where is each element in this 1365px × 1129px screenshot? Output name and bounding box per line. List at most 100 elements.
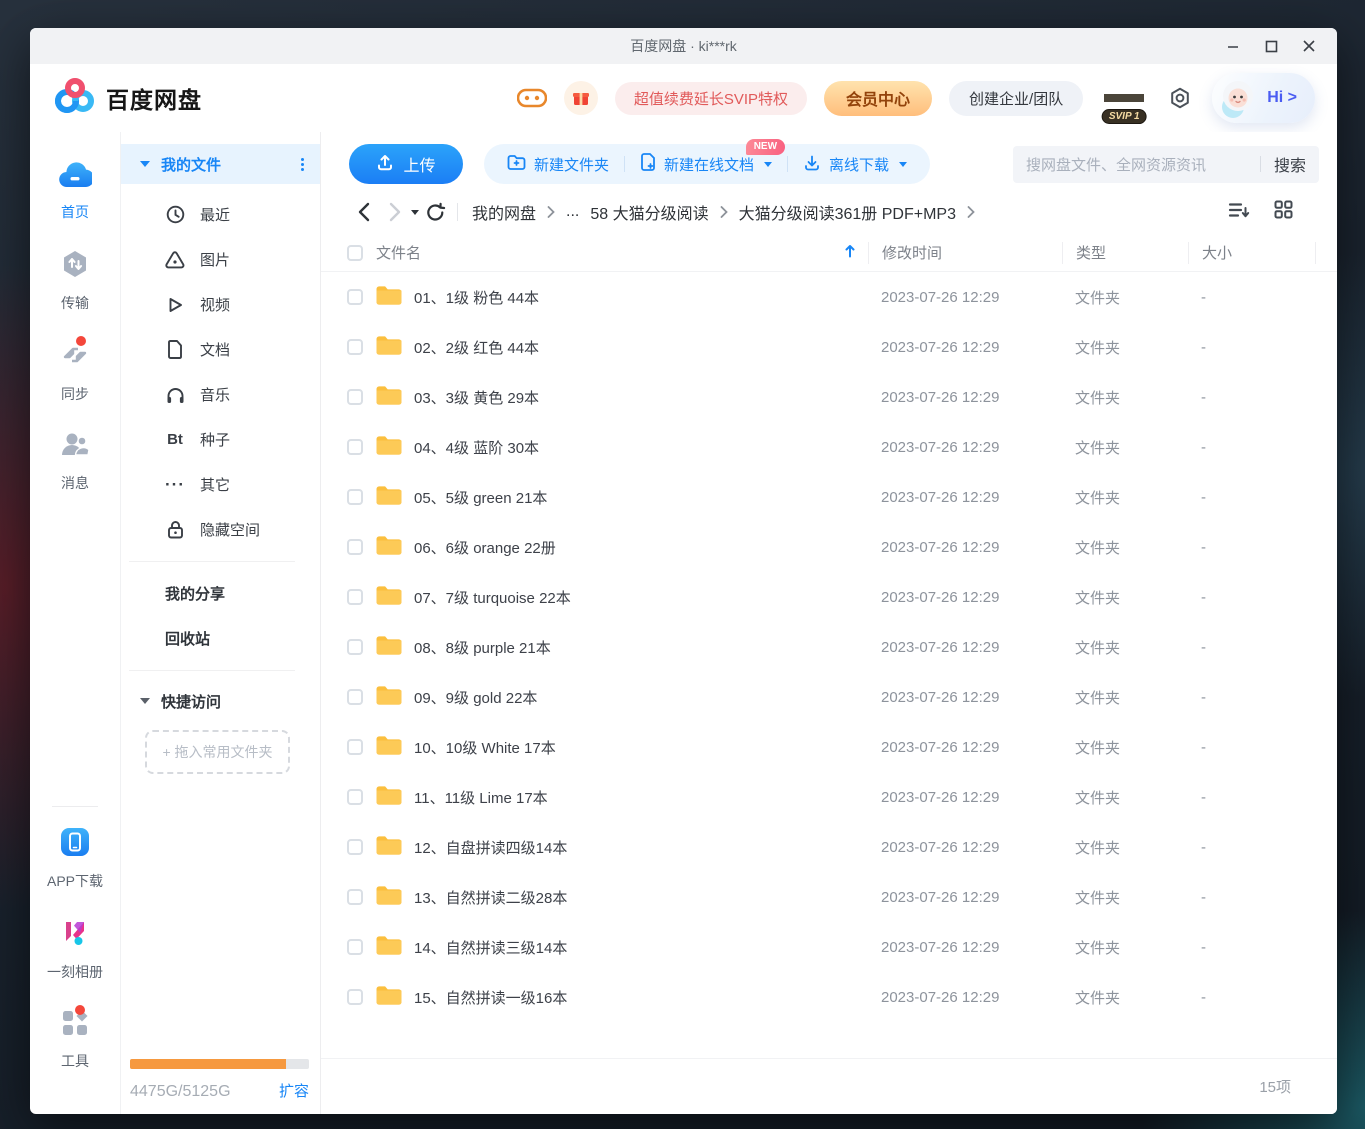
rail-item-home[interactable]: 首页	[58, 162, 92, 222]
breadcrumb-root[interactable]: 我的网盘	[472, 200, 536, 224]
column-header-filename[interactable]: 文件名	[376, 242, 421, 263]
file-name[interactable]: 01、1级 粉色 44本	[414, 287, 539, 308]
sidebar-item-recycle-bin[interactable]: 回收站	[121, 616, 320, 661]
logo[interactable]: 百度网盘	[54, 77, 202, 120]
game-center-icon[interactable]	[517, 83, 547, 113]
grid-view-icon[interactable]	[1274, 200, 1293, 224]
breadcrumb-parent[interactable]: 58 大猫分级阅读	[590, 200, 708, 224]
drop-folder-zone[interactable]: + 拖入常用文件夹	[145, 730, 290, 774]
gift-icon[interactable]	[564, 81, 598, 115]
file-name[interactable]: 08、8级 purple 21本	[414, 637, 551, 658]
maximize-button[interactable]	[1255, 31, 1287, 61]
breadcrumb-current[interactable]: 大猫分级阅读361册 PDF+MP3	[739, 200, 956, 224]
table-row[interactable]: 10、10级 White 17本 2023-07-26 12:29 文件夹 -	[321, 722, 1337, 772]
row-checkbox[interactable]	[347, 839, 363, 855]
rail-item-sync[interactable]: 同步	[60, 340, 90, 404]
column-header-size[interactable]: 大小	[1188, 242, 1315, 264]
file-name[interactable]: 07、7级 turquoise 22本	[414, 587, 571, 608]
create-team-button[interactable]: 创建企业/团队	[949, 81, 1083, 116]
row-checkbox[interactable]	[347, 939, 363, 955]
user-profile[interactable]: Hi >	[1212, 73, 1315, 123]
table-row[interactable]: 14、自然拼读三级14本 2023-07-26 12:29 文件夹 -	[321, 922, 1337, 972]
sidebar-item-others[interactable]: ··· 其它	[121, 462, 320, 507]
refresh-icon[interactable]	[423, 200, 447, 224]
rail-item-photos[interactable]: 一刻相册	[47, 918, 103, 982]
search-input[interactable]: 搜网盘文件、全网资源资讯	[1026, 154, 1254, 175]
sort-list-icon[interactable]	[1228, 201, 1250, 224]
file-name[interactable]: 06、6级 orange 22册	[414, 537, 556, 558]
sidebar-item-my-files[interactable]: 我的文件	[121, 144, 320, 184]
table-row[interactable]: 12、自盘拼读四级14本 2023-07-26 12:29 文件夹 -	[321, 822, 1337, 872]
file-name[interactable]: 13、自然拼读二级28本	[414, 887, 567, 908]
file-name[interactable]: 09、9级 gold 22本	[414, 687, 537, 708]
table-row[interactable]: 05、5级 green 21本 2023-07-26 12:29 文件夹 -	[321, 472, 1337, 522]
svip-renew-banner[interactable]: 超值续费延长SVIP特权	[615, 82, 807, 115]
file-name[interactable]: 04、4级 蓝阶 30本	[414, 437, 539, 458]
file-name[interactable]: 11、11级 Lime 17本	[414, 787, 548, 808]
upload-button[interactable]: 上传	[349, 144, 463, 184]
sidebar-item-recent[interactable]: 最近	[121, 192, 320, 237]
sidebar-item-my-shares[interactable]: 我的分享	[121, 571, 320, 616]
expand-storage-link[interactable]: 扩容	[279, 1080, 309, 1101]
more-options-icon[interactable]	[301, 158, 304, 171]
rail-item-transfer[interactable]: 传输	[60, 249, 90, 313]
file-name[interactable]: 10、10级 White 17本	[414, 737, 556, 758]
table-row[interactable]: 01、1级 粉色 44本 2023-07-26 12:29 文件夹 -	[321, 272, 1337, 322]
table-row[interactable]: 03、3级 黄色 29本 2023-07-26 12:29 文件夹 -	[321, 372, 1337, 422]
new-online-doc-button[interactable]: NEW 新建在线文档	[625, 153, 787, 175]
forward-button[interactable]	[383, 200, 407, 224]
sidebar-quick-access[interactable]: 快捷访问	[121, 680, 320, 722]
svip-avatar[interactable]: SVIP 1	[1100, 76, 1148, 120]
minimize-button[interactable]	[1217, 31, 1249, 61]
row-checkbox[interactable]	[347, 489, 363, 505]
sidebar-item-torrents[interactable]: Bt 种子	[121, 417, 320, 462]
row-checkbox[interactable]	[347, 439, 363, 455]
back-button[interactable]	[351, 200, 375, 224]
search-button[interactable]: 搜索	[1274, 152, 1306, 176]
file-name[interactable]: 03、3级 黄色 29本	[414, 387, 539, 408]
row-checkbox[interactable]	[347, 989, 363, 1005]
sidebar-item-hidden-space[interactable]: 隐藏空间	[121, 507, 320, 552]
table-row[interactable]: 11、11级 Lime 17本 2023-07-26 12:29 文件夹 -	[321, 772, 1337, 822]
file-name[interactable]: 02、2级 红色 44本	[414, 337, 539, 358]
settings-gear-icon[interactable]	[1165, 83, 1195, 113]
member-center-button[interactable]: 会员中心	[824, 81, 932, 116]
row-checkbox[interactable]	[347, 689, 363, 705]
table-row[interactable]: 08、8级 purple 21本 2023-07-26 12:29 文件夹 -	[321, 622, 1337, 672]
row-checkbox[interactable]	[347, 639, 363, 655]
search-box[interactable]: 搜网盘文件、全网资源资讯 搜索	[1013, 146, 1319, 183]
row-checkbox[interactable]	[347, 589, 363, 605]
table-row[interactable]: 02、2级 红色 44本 2023-07-26 12:29 文件夹 -	[321, 322, 1337, 372]
close-button[interactable]	[1293, 31, 1325, 61]
rail-item-messages[interactable]: 消息	[60, 431, 90, 493]
file-name[interactable]: 05、5级 green 21本	[414, 487, 547, 508]
table-row[interactable]: 09、9级 gold 22本 2023-07-26 12:29 文件夹 -	[321, 672, 1337, 722]
column-header-modified[interactable]: 修改时间	[868, 242, 1062, 264]
file-name[interactable]: 15、自然拼读一级16本	[414, 987, 567, 1008]
new-folder-button[interactable]: 新建文件夹	[492, 154, 624, 175]
history-dropdown-icon[interactable]	[411, 210, 419, 215]
select-all-checkbox[interactable]	[347, 245, 363, 261]
table-row[interactable]: 07、7级 turquoise 22本 2023-07-26 12:29 文件夹…	[321, 572, 1337, 622]
table-row[interactable]: 06、6级 orange 22册 2023-07-26 12:29 文件夹 -	[321, 522, 1337, 572]
table-row[interactable]: 15、自然拼读一级16本 2023-07-26 12:29 文件夹 -	[321, 972, 1337, 1022]
sidebar-item-pictures[interactable]: 图片	[121, 237, 320, 282]
file-name[interactable]: 12、自盘拼读四级14本	[414, 837, 567, 858]
file-name[interactable]: 14、自然拼读三级14本	[414, 937, 567, 958]
chevron-down-icon[interactable]	[140, 161, 150, 167]
table-row[interactable]: 13、自然拼读二级28本 2023-07-26 12:29 文件夹 -	[321, 872, 1337, 922]
row-checkbox[interactable]	[347, 339, 363, 355]
offline-download-button[interactable]: 离线下载	[788, 153, 922, 175]
breadcrumb-ellipsis[interactable]: ...	[566, 203, 579, 221]
sidebar-item-videos[interactable]: 视频	[121, 282, 320, 327]
sidebar-item-documents[interactable]: 文档	[121, 327, 320, 372]
row-checkbox[interactable]	[347, 289, 363, 305]
row-checkbox[interactable]	[347, 539, 363, 555]
sidebar-item-music[interactable]: 音乐	[121, 372, 320, 417]
row-checkbox[interactable]	[347, 389, 363, 405]
row-checkbox[interactable]	[347, 789, 363, 805]
rail-item-app-download[interactable]: APP下载	[47, 827, 103, 891]
row-checkbox[interactable]	[347, 889, 363, 905]
row-checkbox[interactable]	[347, 739, 363, 755]
table-row[interactable]: 04、4级 蓝阶 30本 2023-07-26 12:29 文件夹 -	[321, 422, 1337, 472]
